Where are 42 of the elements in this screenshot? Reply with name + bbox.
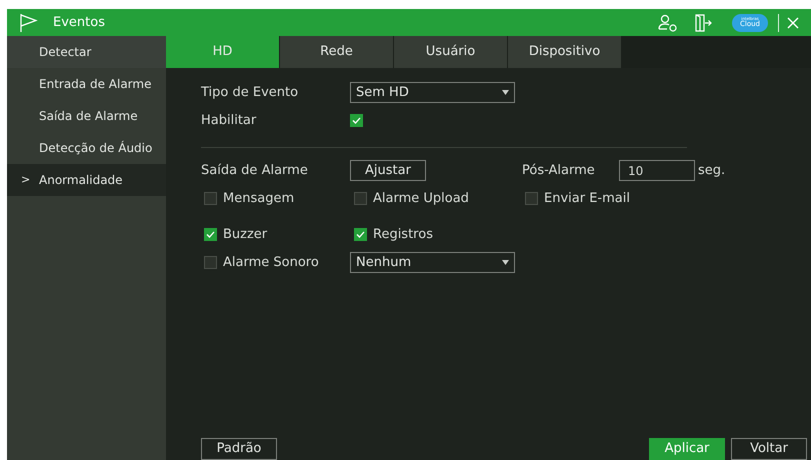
option-label: Buzzer (223, 226, 268, 244)
tab[interactable]: Rede (280, 36, 394, 68)
user-settings-icon (658, 14, 678, 32)
input-field[interactable]: 10 (619, 160, 695, 181)
field-label: Habilitar (201, 112, 258, 130)
sidebar-item[interactable]: Saída de Alarme (7, 100, 166, 132)
tab[interactable]: Usuário (394, 36, 508, 68)
checkbox[interactable] (204, 256, 217, 269)
field-label: Saída de Alarme (201, 162, 309, 180)
option-label: Mensagem (223, 190, 294, 208)
caret-icon (502, 90, 509, 95)
option-label: Enviar E-mail (544, 190, 630, 208)
option-label: Alarme Upload (373, 190, 469, 208)
option-label: Registros (373, 226, 433, 244)
default-button[interactable]: Padrão (201, 438, 277, 460)
checkbox[interactable] (354, 228, 367, 241)
dropdown[interactable]: Nenhum (350, 252, 515, 273)
field-label: Pós-Alarme (522, 162, 596, 180)
checkbox[interactable] (204, 192, 217, 205)
sidebar-item[interactable]: Detecção de Áudio (7, 132, 166, 164)
check-icon (356, 231, 365, 238)
checkbox[interactable] (525, 192, 538, 205)
sidebar-item[interactable]: > Anormalidade (7, 164, 166, 196)
tab[interactable]: Dispositivo (508, 36, 622, 68)
sidebar-item[interactable]: Detectar (7, 36, 166, 68)
check-icon (206, 231, 215, 238)
adjust-button[interactable]: Ajustar (350, 160, 426, 181)
close-icon[interactable] (787, 16, 799, 28)
logout-icon[interactable] (694, 14, 712, 32)
field-label: Tipo de Evento (201, 84, 300, 102)
caret-icon (502, 260, 509, 265)
checkbox[interactable] (204, 228, 217, 241)
window-title: Eventos (53, 14, 105, 32)
option-label: Alarme Sonoro (223, 254, 319, 272)
sidebar-item[interactable]: Entrada de Alarme (7, 68, 166, 100)
back-button[interactable]: Voltar (731, 438, 807, 460)
flag-icon (19, 14, 39, 32)
checkbox[interactable] (354, 192, 367, 205)
check-icon (352, 117, 361, 124)
unit-label: seg. (698, 162, 726, 180)
dropdown[interactable]: Sem HD (350, 82, 515, 103)
checkbox[interactable] (350, 114, 363, 127)
